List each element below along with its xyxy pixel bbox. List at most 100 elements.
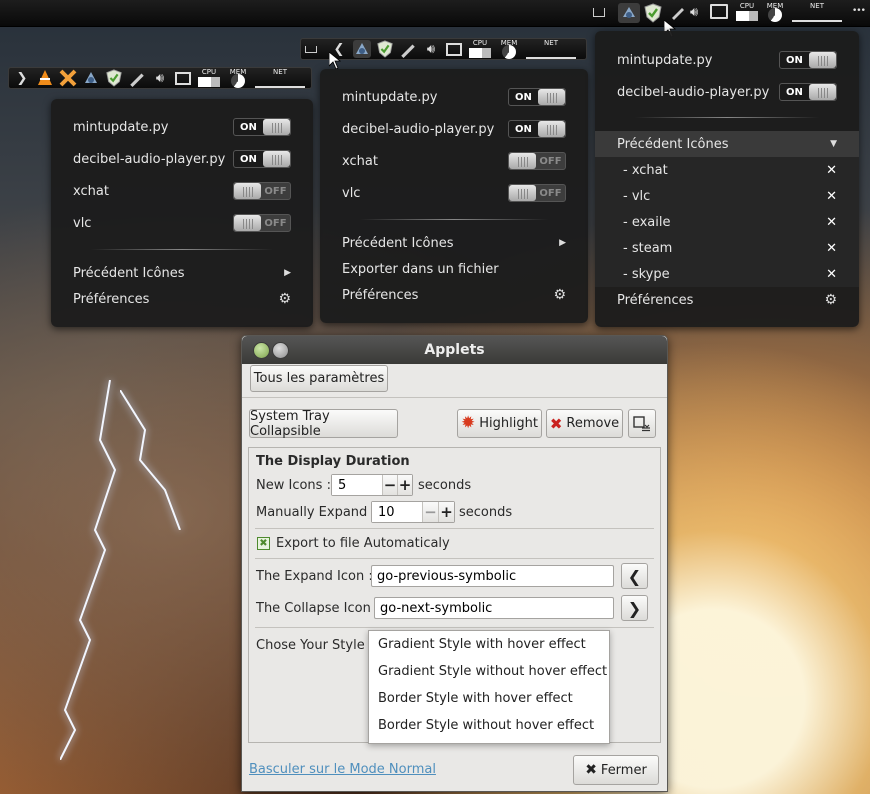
- toggle-switch[interactable]: OFF: [233, 214, 291, 232]
- expand-icon-input[interactable]: [372, 566, 613, 586]
- close-icon[interactable]: ✕: [826, 241, 837, 256]
- cpu-monitor[interactable]: CPU: [735, 2, 759, 22]
- menu-item-vlc[interactable]: vlc OFF: [51, 207, 313, 239]
- display-icon[interactable]: [445, 40, 463, 58]
- tray-panel-middle: ❮ 🔊︎ CPU MEM NET: [300, 38, 587, 60]
- export-auto-checkbox[interactable]: ✖: [257, 537, 270, 550]
- collapse-icon-preview-button[interactable]: ❯: [621, 595, 648, 621]
- net-monitor[interactable]: NET: [792, 2, 842, 22]
- shield-check-icon[interactable]: [105, 69, 123, 87]
- collapse-icon-input[interactable]: [375, 598, 613, 618]
- style-option[interactable]: Gradient Style without hover effect: [369, 658, 609, 685]
- menu-previous-icons[interactable]: Précédent Icônes ▶: [320, 230, 588, 256]
- cpu-monitor[interactable]: CPU: [468, 39, 492, 59]
- network-icon[interactable]: [82, 69, 100, 87]
- menu-item-mintupdate[interactable]: mintupdate.py ON: [320, 81, 588, 113]
- net-monitor[interactable]: NET: [526, 39, 576, 59]
- tray-mintupdate-icon[interactable]: [643, 3, 663, 27]
- style-option[interactable]: Gradient Style with hover effect: [369, 631, 609, 658]
- new-icons-spinner: − +: [331, 474, 413, 496]
- menu-previous-icons[interactable]: Précédent Icônes ▼: [595, 131, 859, 157]
- menu-item-xchat[interactable]: xchat OFF: [320, 145, 588, 177]
- volume-icon[interactable]: 🔊︎: [690, 5, 698, 20]
- menu-item-xchat[interactable]: xchat OFF: [51, 175, 313, 207]
- previous-icon-item[interactable]: - exaile ✕: [595, 209, 859, 235]
- menu-item-vlc[interactable]: vlc OFF: [320, 177, 588, 209]
- new-icons-input[interactable]: [332, 475, 382, 495]
- normal-mode-link[interactable]: Basculer sur le Mode Normal: [249, 762, 436, 777]
- mem-monitor[interactable]: MEM: [763, 2, 787, 22]
- all-settings-button[interactable]: Tous les paramètres: [250, 365, 388, 392]
- menu-previous-icons[interactable]: Précédent Icônes ▶: [51, 260, 313, 286]
- menu-item-mintupdate[interactable]: mintupdate.py ON: [595, 44, 859, 76]
- collapse-indicator-icon[interactable]: [593, 8, 605, 17]
- toggle-switch[interactable]: ON: [508, 88, 566, 106]
- network-icon[interactable]: [353, 40, 371, 58]
- menu-export-file[interactable]: Exporter dans un fichier: [320, 256, 588, 282]
- menu-preferences[interactable]: Préférences ⚙: [320, 282, 588, 308]
- collapse-indicator-icon[interactable]: [305, 45, 317, 53]
- previous-icon-item[interactable]: - skype ✕: [595, 261, 859, 287]
- close-icon[interactable]: ✕: [826, 267, 837, 282]
- display-icon[interactable]: [710, 4, 728, 19]
- cpu-monitor[interactable]: CPU: [197, 68, 221, 88]
- style-option[interactable]: Border Style without hover effect: [369, 712, 609, 739]
- shield-check-icon[interactable]: [376, 40, 394, 58]
- menu-preferences[interactable]: Préférences ⚙: [595, 287, 859, 313]
- collapse-arrow-icon[interactable]: ❯: [13, 69, 31, 87]
- panel-menu-icon[interactable]: •••: [852, 6, 866, 16]
- toggle-switch[interactable]: OFF: [233, 182, 291, 200]
- toggle-switch[interactable]: OFF: [508, 152, 566, 170]
- previous-icon-item[interactable]: - steam ✕: [595, 235, 859, 261]
- switch-state: OFF: [539, 155, 562, 167]
- submenu-expanded-arrow-icon: ▼: [830, 139, 837, 149]
- increment-button[interactable]: +: [438, 502, 454, 522]
- toggle-switch[interactable]: ON: [233, 150, 291, 168]
- menu-item-mintupdate[interactable]: mintupdate.py ON: [51, 111, 313, 143]
- vlc-icon[interactable]: [36, 69, 54, 87]
- style-label: Chose Your Style :: [256, 638, 374, 653]
- close-icon[interactable]: ✕: [826, 215, 837, 230]
- close-dialog-button[interactable]: ✖ Fermer: [573, 755, 659, 785]
- close-icon[interactable]: ✕: [826, 163, 837, 178]
- previous-icon-item[interactable]: - xchat ✕: [595, 157, 859, 183]
- net-label: NET: [273, 68, 287, 76]
- expand-icon-preview-button[interactable]: ❮: [621, 563, 648, 589]
- volume-icon[interactable]: 🔊︎: [151, 69, 169, 87]
- close-icon[interactable]: ✕: [826, 189, 837, 204]
- pen-icon[interactable]: [399, 40, 417, 58]
- style-option[interactable]: Border Style with hover effect: [369, 685, 609, 712]
- toggle-switch[interactable]: ON: [508, 120, 566, 138]
- xchat-icon[interactable]: [59, 69, 77, 87]
- applet-name-button[interactable]: System Tray Collapsible: [249, 409, 398, 439]
- menu-item-decibel[interactable]: decibel-audio-player.py ON: [51, 143, 313, 175]
- mem-monitor[interactable]: MEM: [226, 68, 250, 88]
- remove-button[interactable]: ✖ Remove: [546, 409, 623, 438]
- net-monitor[interactable]: NET: [255, 68, 305, 88]
- section-title: The Display Duration: [256, 454, 410, 469]
- highlight-button[interactable]: ✹ Highlight: [457, 409, 542, 438]
- configure-menu-button[interactable]: [628, 409, 656, 438]
- previous-icon-item[interactable]: - vlc ✕: [595, 183, 859, 209]
- tray-dropbox-icon[interactable]: [618, 3, 640, 23]
- mouse-cursor-icon: [329, 52, 341, 70]
- pen-icon[interactable]: [128, 69, 146, 87]
- menu-preferences[interactable]: Préférences ⚙: [51, 286, 313, 312]
- display-icon[interactable]: [174, 69, 192, 87]
- menu-item-decibel[interactable]: decibel-audio-player.py ON: [320, 113, 588, 145]
- toggle-switch[interactable]: OFF: [508, 184, 566, 202]
- decrement-button[interactable]: −: [422, 502, 438, 522]
- highlight-label: Highlight: [479, 416, 538, 431]
- toggle-switch[interactable]: ON: [779, 51, 837, 69]
- volume-icon[interactable]: 🔊︎: [422, 40, 440, 58]
- window-close-button[interactable]: [253, 342, 270, 359]
- window-minimize-button[interactable]: [272, 342, 289, 359]
- toggle-switch[interactable]: ON: [779, 83, 837, 101]
- manually-expand-input[interactable]: [372, 502, 422, 522]
- increment-button[interactable]: +: [397, 475, 412, 495]
- toggle-switch[interactable]: ON: [233, 118, 291, 136]
- decrement-button[interactable]: −: [382, 475, 397, 495]
- gear-icon: ⚙: [824, 292, 837, 308]
- mem-monitor[interactable]: MEM: [497, 39, 521, 59]
- menu-item-decibel[interactable]: decibel-audio-player.py ON: [595, 76, 859, 108]
